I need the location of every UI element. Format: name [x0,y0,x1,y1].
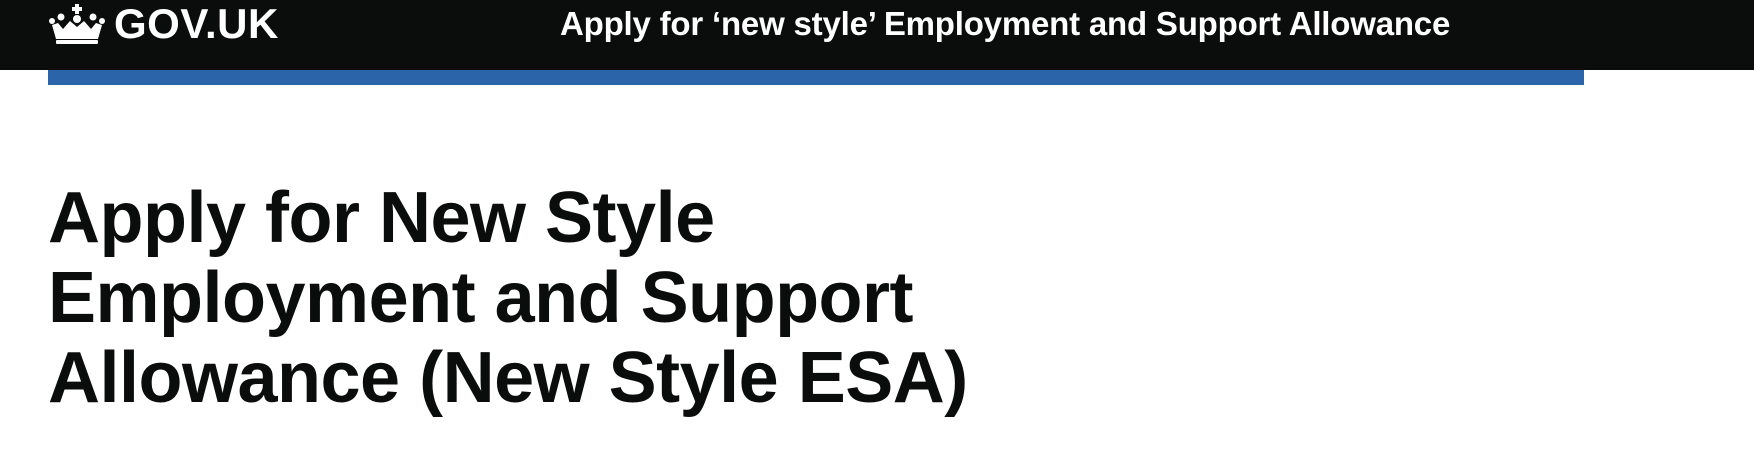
logo-text: GOV.UK [114,0,279,47]
service-name-link[interactable]: Apply for ‘new style’ Employment and Sup… [560,0,1450,48]
govuk-logo-link[interactable]: GOV.UK [48,0,279,48]
header-container: GOV.UK Apply for ‘new style’ Employment … [48,0,1584,70]
header-blue-bar [48,70,1584,85]
main-content: Apply for New Style Employment and Suppo… [48,178,1148,418]
site-header: GOV.UK Apply for ‘new style’ Employment … [0,0,1754,70]
crown-icon [48,3,106,45]
page-title: Apply for New Style Employment and Suppo… [48,178,968,418]
